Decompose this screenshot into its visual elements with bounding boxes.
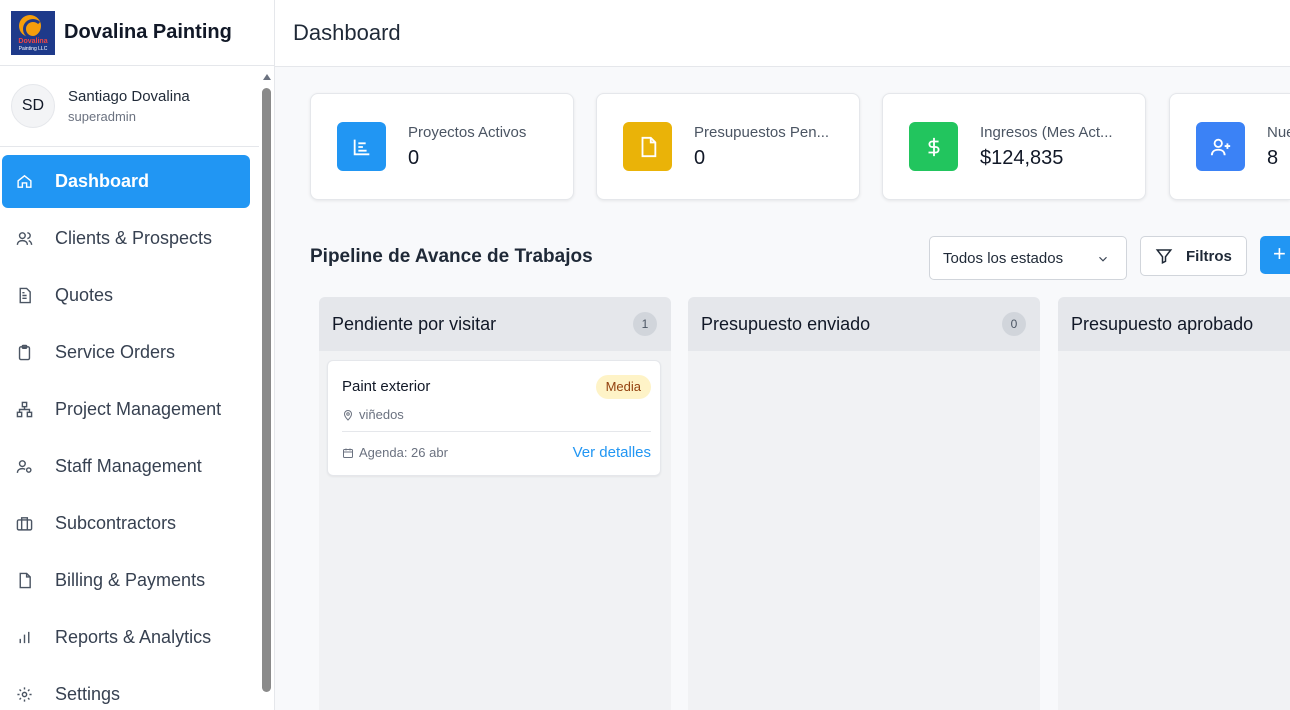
gear-icon [15,686,33,704]
scroll-up-arrow[interactable] [263,74,271,80]
job-card[interactable]: Paint exterior Media viñedos Agenda: 26 … [327,360,661,476]
job-schedule: Agenda: 26 abr [359,445,448,460]
brand-name: Dovalina Painting [64,21,232,43]
sidebar-item-label: Staff Management [55,456,202,476]
chevron-down-icon [1099,256,1107,262]
card-divider [342,431,651,432]
view-details-link[interactable]: Ver detalles [573,444,651,461]
clipboard-icon [15,344,33,362]
priority-badge: Media [595,375,651,399]
user-gear-icon [15,458,33,476]
sidebar-item-label: Subcontractors [55,513,177,533]
sidebar-item-label: Project Management [55,399,222,419]
document-icon [15,287,33,305]
sidebar-item-label: Dashboard [55,171,150,191]
sidebar-item-label: Service Orders [55,342,176,362]
user-profile[interactable]: SD Santiago Dovalina superadmin [0,66,259,147]
status-filter-select[interactable]: Todos los estados [929,236,1127,280]
pipeline-column-pending-visit: Pendiente por visitar 1 Paint exterior M… [319,297,671,710]
sidebar-item-label: Billing & Payments [55,570,206,590]
column-title: Presupuesto aprobado [1071,313,1254,334]
stat-card-pending-quotes[interactable]: Presupuestos Pen... 0 [596,93,860,200]
pipeline-column-quote-approved: Presupuesto aprobado [1058,297,1290,710]
sidebar-item-project-management[interactable]: Project Management [2,383,250,436]
sidebar-item-reports[interactable]: Reports & Analytics [2,611,250,664]
user-name: Santiago Dovalina [68,88,190,105]
stat-card-active-projects[interactable]: Proyectos Activos 0 [310,93,574,200]
job-location: viñedos [359,407,404,422]
hierarchy-icon [15,401,33,419]
sidebar-item-label: Quotes [55,285,114,305]
sidebar-item-dashboard[interactable]: Dashboard [2,155,250,208]
stat-value: 0 [694,146,706,169]
sidebar-item-label: Clients & Prospects [55,228,213,248]
sidebar: Dovalina Painting LLC Dovalina Painting … [0,0,275,710]
file-icon [15,572,33,590]
user-plus-icon [1196,122,1245,171]
stat-value: $124,835 [980,146,1064,169]
pipeline-column-quote-sent: Presupuesto enviado 0 [688,297,1040,710]
users-icon [15,230,33,248]
column-count: 0 [1002,312,1026,336]
sidebar-item-billing[interactable]: Billing & Payments [2,554,250,607]
sidebar-item-label: Reports & Analytics [55,627,212,647]
user-role: superadmin [68,109,136,124]
avatar: SD [11,84,55,128]
pipeline-title: Pipeline de Avance de Trabajos [310,246,593,267]
stat-value: 0 [408,146,420,169]
stat-label: Presupuestos Pen... [694,123,830,141]
brand-header[interactable]: Dovalina Painting LLC Dovalina Painting [0,0,274,66]
stat-value: 8 [1267,146,1279,169]
chart-icon [337,122,386,171]
add-project-button[interactable]: + [1260,236,1290,274]
top-header: Dashboard [275,0,1290,67]
sidebar-item-staff-management[interactable]: Staff Management [2,440,250,493]
sidebar-item-subcontractors[interactable]: Subcontractors [2,497,250,550]
sidebar-item-clients[interactable]: Clients & Prospects [2,212,250,265]
column-title: Pendiente por visitar [332,313,497,334]
sidebar-item-quotes[interactable]: Quotes [2,269,250,322]
filters-button[interactable]: Filtros [1140,236,1247,276]
company-logo: Dovalina Painting LLC [11,10,55,55]
home-icon [15,173,33,191]
bar-chart-icon [15,629,33,647]
stat-label: Nue [1267,123,1290,141]
sidebar-item-settings[interactable]: Settings [2,668,250,710]
job-title: Paint exterior [342,378,431,395]
column-title: Presupuesto enviado [701,313,871,334]
sidebar-scrollbar[interactable] [260,66,274,710]
status-filter-value: Todos los estados [943,249,1064,267]
scroll-thumb[interactable] [262,88,271,692]
map-pin-icon [343,409,353,421]
page-title: Dashboard [293,20,401,45]
document-icon [623,122,672,171]
stat-label: Ingresos (Mes Act... [980,123,1113,141]
sidebar-nav: Dashboard Clients & Prospects Quotes Ser… [0,147,274,710]
dollar-icon [909,122,958,171]
stat-card-new-clients[interactable]: Nue 8 [1169,93,1290,200]
sidebar-item-service-orders[interactable]: Service Orders [2,326,250,379]
stat-card-revenue[interactable]: Ingresos (Mes Act... $124,835 [882,93,1146,200]
calendar-icon [343,448,353,458]
filter-icon [1155,249,1173,264]
column-count: 1 [633,312,657,336]
stat-label: Proyectos Activos [408,123,527,141]
sidebar-item-label: Settings [55,684,121,704]
briefcase-icon [15,515,33,533]
filters-label: Filtros [1186,247,1232,265]
